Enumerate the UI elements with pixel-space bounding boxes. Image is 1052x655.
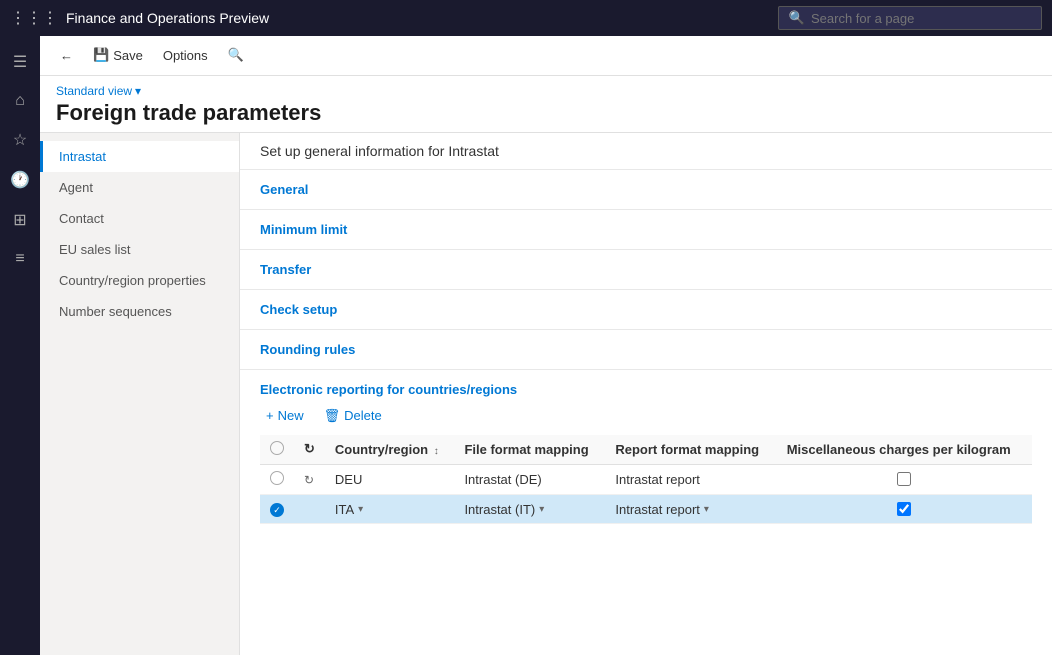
file-format-col-header: File format mapping	[454, 435, 605, 465]
country-dropdown-icon[interactable]: ▾	[358, 504, 363, 515]
list-icon[interactable]: ≡	[0, 242, 40, 276]
row1-country: DEU	[325, 464, 455, 494]
sidebar-item-country-region[interactable]: Country/region properties	[40, 265, 239, 296]
row1-radio[interactable]	[270, 471, 284, 485]
search-input[interactable]	[811, 11, 1031, 26]
table-row[interactable]: ↻ DEU Intrastat (DE) Intrastat report	[260, 464, 1032, 494]
search-icon: 🔍	[789, 10, 805, 26]
sidebar-item-agent[interactable]: Agent	[40, 172, 239, 203]
row2-radio[interactable]: ✓	[270, 503, 284, 517]
report-format-dropdown-icon[interactable]: ▾	[704, 504, 709, 515]
standard-view[interactable]: Standard view ▾	[56, 84, 1036, 98]
er-table: ↻ Country/region ↕ File format mapping	[260, 435, 1032, 525]
back-icon: ←	[60, 48, 73, 63]
row1-misc-checkbox[interactable]	[897, 472, 911, 486]
row2-selector[interactable]: ✓	[260, 494, 294, 524]
chevron-down-icon: ▾	[135, 84, 141, 98]
save-icon: 💾	[93, 47, 109, 63]
workspace-icon[interactable]: ⊞	[0, 202, 40, 238]
select-all-checkbox[interactable]	[270, 441, 284, 455]
section-check-setup[interactable]: Check setup	[240, 290, 1052, 330]
section-transfer[interactable]: Transfer	[240, 250, 1052, 290]
main-layout: Intrastat Agent Contact EU sales list Co…	[40, 133, 1052, 655]
search-button[interactable]: 🔍	[220, 43, 252, 67]
refresh-icon[interactable]: ↻	[304, 441, 315, 456]
recent-icon[interactable]: 🕐	[0, 162, 40, 198]
plus-icon: +	[266, 408, 274, 423]
top-bar: ⋮⋮⋮ Finance and Operations Preview 🔍	[0, 0, 1052, 36]
row2-misc-checkbox[interactable]	[897, 502, 911, 516]
row1-selector[interactable]	[260, 464, 294, 494]
sidebar-item-eu-sales-list[interactable]: EU sales list	[40, 234, 239, 265]
file-format-dropdown-icon[interactable]: ▾	[539, 504, 544, 515]
row2-file-format: Intrastat (IT) ▾	[454, 494, 605, 524]
toolbar: ← 💾 Save Options 🔍	[40, 36, 1052, 76]
row2-report-format: Intrastat report ▾	[605, 494, 776, 524]
new-button[interactable]: + New	[260, 405, 310, 426]
section-main-title: Set up general information for Intrastat	[240, 133, 1052, 170]
home-icon[interactable]: ⌂	[0, 84, 40, 118]
page-title: Foreign trade parameters	[56, 100, 1036, 126]
search-box[interactable]: 🔍	[778, 6, 1042, 30]
delete-icon: 🗑	[324, 408, 341, 424]
hamburger-icon[interactable]: ☰	[0, 44, 40, 80]
sidebar-item-contact[interactable]: Contact	[40, 203, 239, 234]
back-button[interactable]: ←	[52, 44, 81, 67]
left-sidebar: ☰ ⌂ ☆ 🕐 ⊞ ≡	[0, 36, 40, 655]
row1-misc-charges[interactable]	[777, 464, 1032, 494]
row2-country: ITA ▾	[325, 494, 455, 524]
report-format-col-header: Report format mapping	[605, 435, 776, 465]
sidebar-item-number-sequences[interactable]: Number sequences	[40, 296, 239, 327]
top-bar-left: ⋮⋮⋮ Finance and Operations Preview	[10, 8, 269, 28]
row2-misc-charges[interactable]	[777, 494, 1032, 524]
row1-report-format: Intrastat report	[605, 464, 776, 494]
options-button[interactable]: Options	[155, 44, 216, 67]
save-button[interactable]: 💾 Save	[85, 43, 151, 67]
row1-refresh-icon[interactable]: ↻	[304, 473, 314, 487]
section-general[interactable]: General	[240, 170, 1052, 210]
er-section-title: Electronic reporting for countries/regio…	[260, 370, 1032, 405]
delete-button[interactable]: 🗑 Delete	[318, 405, 388, 427]
app-title: Finance and Operations Preview	[66, 10, 269, 26]
search-icon: 🔍	[228, 47, 244, 63]
app-grid-icon[interactable]: ⋮⋮⋮	[10, 8, 58, 28]
section-minimum-limit[interactable]: Minimum limit	[240, 210, 1052, 250]
content-area: Set up general information for Intrastat…	[240, 133, 1052, 655]
row1-file-format: Intrastat (DE)	[454, 464, 605, 494]
section-rounding-rules[interactable]: Rounding rules	[240, 330, 1052, 370]
country-col-header: Country/region ↕	[325, 435, 455, 465]
electronic-reporting-section: Electronic reporting for countries/regio…	[240, 370, 1052, 541]
row2-refresh[interactable]	[294, 494, 325, 524]
sort-icon[interactable]: ↕	[434, 446, 439, 457]
left-nav: Intrastat Agent Contact EU sales list Co…	[40, 133, 240, 655]
select-all-col	[260, 435, 294, 465]
sidebar-item-intrastat[interactable]: Intrastat	[40, 141, 239, 172]
favorites-icon[interactable]: ☆	[0, 122, 40, 158]
page-header: Standard view ▾ Foreign trade parameters	[40, 76, 1052, 133]
table-toolbar: + New 🗑 Delete	[260, 405, 1032, 427]
table-row[interactable]: ✓ ITA ▾	[260, 494, 1032, 524]
misc-charges-col-header: Miscellaneous charges per kilogram	[777, 435, 1032, 465]
refresh-col: ↻	[294, 435, 325, 465]
row1-refresh[interactable]: ↻	[294, 464, 325, 494]
